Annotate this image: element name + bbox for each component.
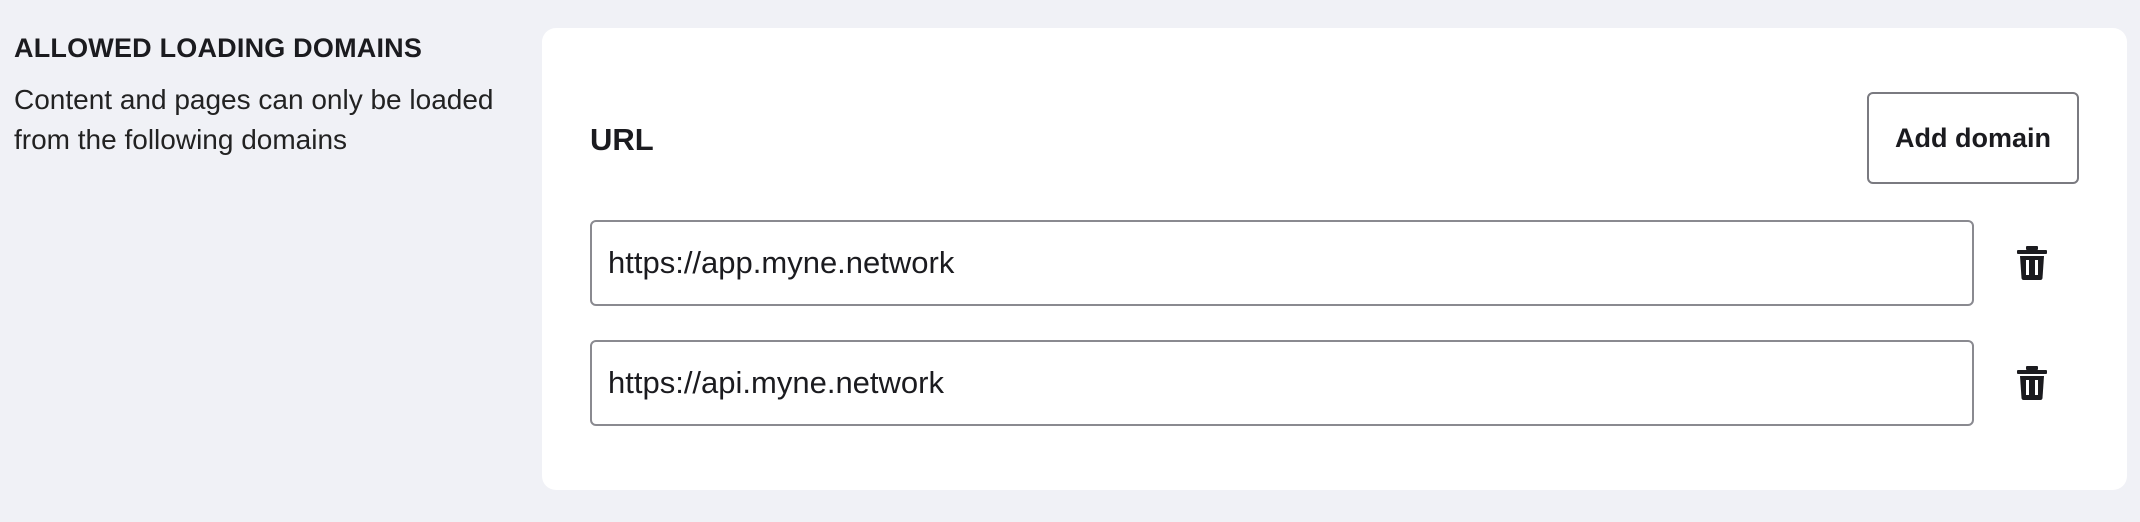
url-column-heading: URL <box>590 122 654 157</box>
section-title: ALLOWED LOADING DOMAINS <box>14 33 423 63</box>
trash-icon <box>2017 366 2047 400</box>
delete-domain-button[interactable] <box>2008 359 2056 407</box>
card-header: URL Add domain <box>590 92 2079 188</box>
section-info: ALLOWED LOADING DOMAINS Content and page… <box>14 30 494 160</box>
delete-domain-button[interactable] <box>2008 239 2056 287</box>
add-domain-button[interactable]: Add domain <box>1867 92 2079 184</box>
section-description: Content and pages can only be loaded fro… <box>14 84 494 155</box>
domain-row <box>590 340 2080 426</box>
domain-url-input[interactable] <box>590 220 1974 306</box>
domain-row <box>590 220 2080 306</box>
domain-url-input[interactable] <box>590 340 1974 426</box>
trash-icon <box>2017 246 2047 280</box>
allowed-domains-card: URL Add domain <box>542 28 2127 490</box>
